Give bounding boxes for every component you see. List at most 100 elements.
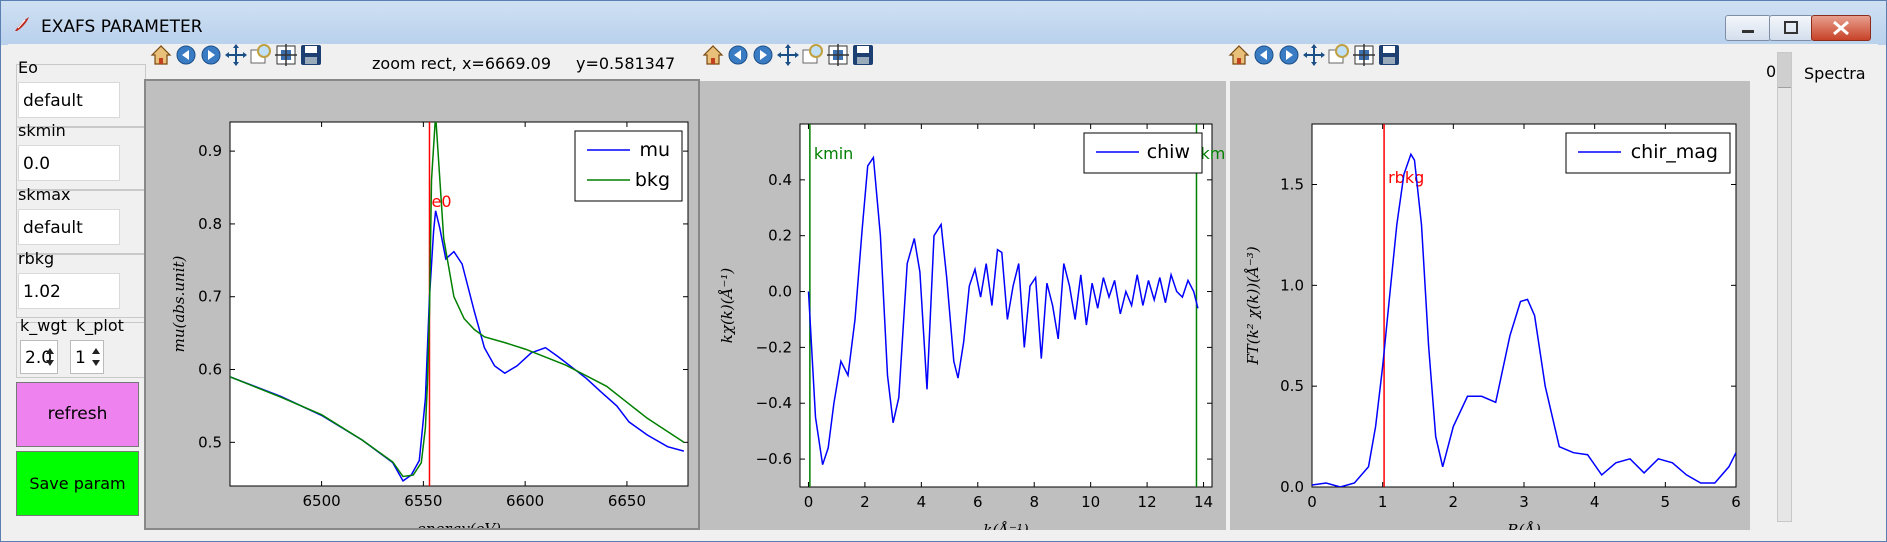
- marker-label: rbkg: [1388, 168, 1424, 187]
- y-tick-label: 0.4: [768, 171, 792, 189]
- forward-icon[interactable]: [1276, 42, 1302, 68]
- rbkg-label: rbkg: [18, 249, 55, 268]
- y-tick-label: 0.6: [198, 361, 222, 379]
- back-icon[interactable]: [725, 42, 751, 68]
- legend-label: bkg: [635, 169, 670, 191]
- zoom-status-x: zoom rect, x=6669.09: [372, 54, 551, 73]
- configure-subplots-icon[interactable]: [1351, 42, 1377, 68]
- window-title: EXAFS PARAMETER: [41, 17, 203, 37]
- configure-subplots-icon[interactable]: [273, 42, 299, 68]
- marker-label: km: [1200, 144, 1225, 163]
- home-icon[interactable]: [148, 42, 174, 68]
- plot2-panel: 0 2 4 6 8 10 12 14 0.4 0.2 0.0 −0.2 −0.4 −0.6 kmin km ch…: [700, 81, 1226, 539]
- x-tick-label: 3: [1519, 493, 1529, 511]
- zoom-icon[interactable]: [800, 42, 826, 68]
- skmax-label: skmax: [18, 185, 71, 204]
- x-tick-label: 6: [1731, 493, 1741, 511]
- pan-icon[interactable]: [1301, 42, 1327, 68]
- mu-energy-chart[interactable]: 65006550660066500.50.60.70.80.9e0mubkgen…: [146, 81, 698, 538]
- y-axis-label: kχ(k)(Å⁻¹): [718, 268, 736, 344]
- y-axis-label: FT(k² χ(k))(Å⁻³): [1244, 246, 1262, 365]
- k-wgt-label: k_wgt: [20, 316, 67, 335]
- minimize-button[interactable]: [1725, 15, 1771, 41]
- tk-feather-icon: [15, 17, 29, 31]
- forward-icon[interactable]: [198, 42, 224, 68]
- k-plot-label: k_plot: [76, 316, 124, 335]
- y-tick-label: 0.5: [198, 433, 222, 451]
- spin-arrows-icon[interactable]: [89, 341, 103, 373]
- k-plot-value: 1: [75, 348, 86, 368]
- y-tick-label: 0.0: [1280, 478, 1304, 496]
- x-tick-label: 1: [1378, 493, 1388, 511]
- y-axis-label: mu(abs.unit): [170, 255, 188, 352]
- maximize-icon: [1784, 21, 1798, 34]
- spin-arrows-icon[interactable]: [43, 341, 57, 373]
- chi-k-chart[interactable]: 0 2 4 6 8 10 12 14 0.4 0.2 0.0 −0.2 −0.4 −0.6 kmin kmch…: [700, 81, 1226, 539]
- skmax-input[interactable]: default: [18, 209, 120, 245]
- k-plot-spinbox[interactable]: 1: [70, 340, 104, 374]
- x-tick-label: 8: [1029, 493, 1039, 511]
- legend-label: chiw: [1147, 141, 1190, 163]
- y-tick-label: −0.6: [756, 450, 792, 468]
- x-tick-label: 12: [1138, 493, 1157, 511]
- eo-input[interactable]: default: [18, 82, 120, 118]
- y-tick-label: −0.2: [756, 338, 792, 356]
- pan-icon[interactable]: [223, 42, 249, 68]
- slider-value: 0: [1766, 62, 1777, 81]
- close-icon: [1833, 20, 1849, 36]
- x-tick-label: 6: [973, 493, 983, 511]
- save-param-button[interactable]: Save param: [16, 451, 139, 516]
- maximize-button[interactable]: [1769, 15, 1813, 41]
- configure-subplots-icon[interactable]: [825, 42, 851, 68]
- x-tick-label: 2: [1449, 493, 1459, 511]
- x-axis-label: energy(eV): [417, 520, 501, 528]
- x-tick-label: 6600: [506, 492, 544, 510]
- x-tick-label: 10: [1081, 493, 1100, 511]
- home-icon[interactable]: [700, 42, 726, 68]
- y-tick-label: 0.5: [1280, 377, 1304, 395]
- x-tick-label: 6650: [608, 492, 646, 510]
- legend-label: chir_mag: [1631, 141, 1718, 163]
- zoom-icon[interactable]: [248, 42, 274, 68]
- y-tick-label: 0.8: [198, 215, 222, 233]
- save-figure-icon[interactable]: [850, 42, 876, 68]
- title-bar[interactable]: EXAFS PARAMETER: [1, 1, 1886, 45]
- spectra-slider[interactable]: [1777, 52, 1792, 522]
- spectra-slider-thumb[interactable]: [1778, 53, 1791, 88]
- rbkg-input[interactable]: 1.02: [18, 273, 120, 309]
- y-tick-label: −0.4: [756, 394, 792, 412]
- zoom-icon[interactable]: [1326, 42, 1352, 68]
- home-icon[interactable]: [1226, 42, 1252, 68]
- x-tick-label: 4: [1590, 493, 1600, 511]
- plot3-panel: 0 1 2 3 4 5 6 0.0 0.5 1.0 1.5 rbkg chir_mag R(Å) FT(k²…: [1230, 81, 1750, 539]
- back-icon[interactable]: [173, 42, 199, 68]
- skmin-label: skmin: [18, 121, 66, 140]
- skmin-input[interactable]: 0.0: [18, 145, 120, 181]
- x-tick-label: 6550: [404, 492, 442, 510]
- save-figure-icon[interactable]: [298, 42, 324, 68]
- spectra-label: Spectra: [1804, 64, 1866, 83]
- y-tick-label: 0.7: [198, 288, 222, 306]
- k-wgt-spinbox[interactable]: 2.0: [20, 340, 58, 374]
- forward-icon[interactable]: [750, 42, 776, 68]
- zoom-status-y: y=0.581347: [576, 54, 676, 73]
- pan-icon[interactable]: [775, 42, 801, 68]
- chir-mag-chart[interactable]: 0 1 2 3 4 5 6 0.0 0.5 1.0 1.5 rbkg chir_mag R(Å) FT(k²…: [1230, 81, 1750, 539]
- y-tick-label: 0.0: [768, 283, 792, 301]
- legend-label: mu: [639, 139, 670, 161]
- x-tick-label: 5: [1661, 493, 1671, 511]
- plot-area: [1311, 123, 1737, 488]
- x-tick-label: 0: [1307, 493, 1317, 511]
- save-figure-icon[interactable]: [1376, 42, 1402, 68]
- y-tick-label: 1.0: [1280, 276, 1304, 294]
- x-axis-label: k(Å⁻¹): [983, 521, 1029, 530]
- back-icon[interactable]: [1251, 42, 1277, 68]
- refresh-button[interactable]: refresh: [16, 382, 139, 447]
- y-tick-label: 1.5: [1280, 176, 1304, 194]
- close-button[interactable]: [1811, 15, 1871, 41]
- x-tick-label: 6500: [303, 492, 341, 510]
- x-tick-label: 0: [804, 493, 814, 511]
- x-tick-label: 2: [860, 493, 870, 511]
- y-tick-label: 0.2: [768, 227, 792, 245]
- minimize-icon: [1742, 30, 1754, 33]
